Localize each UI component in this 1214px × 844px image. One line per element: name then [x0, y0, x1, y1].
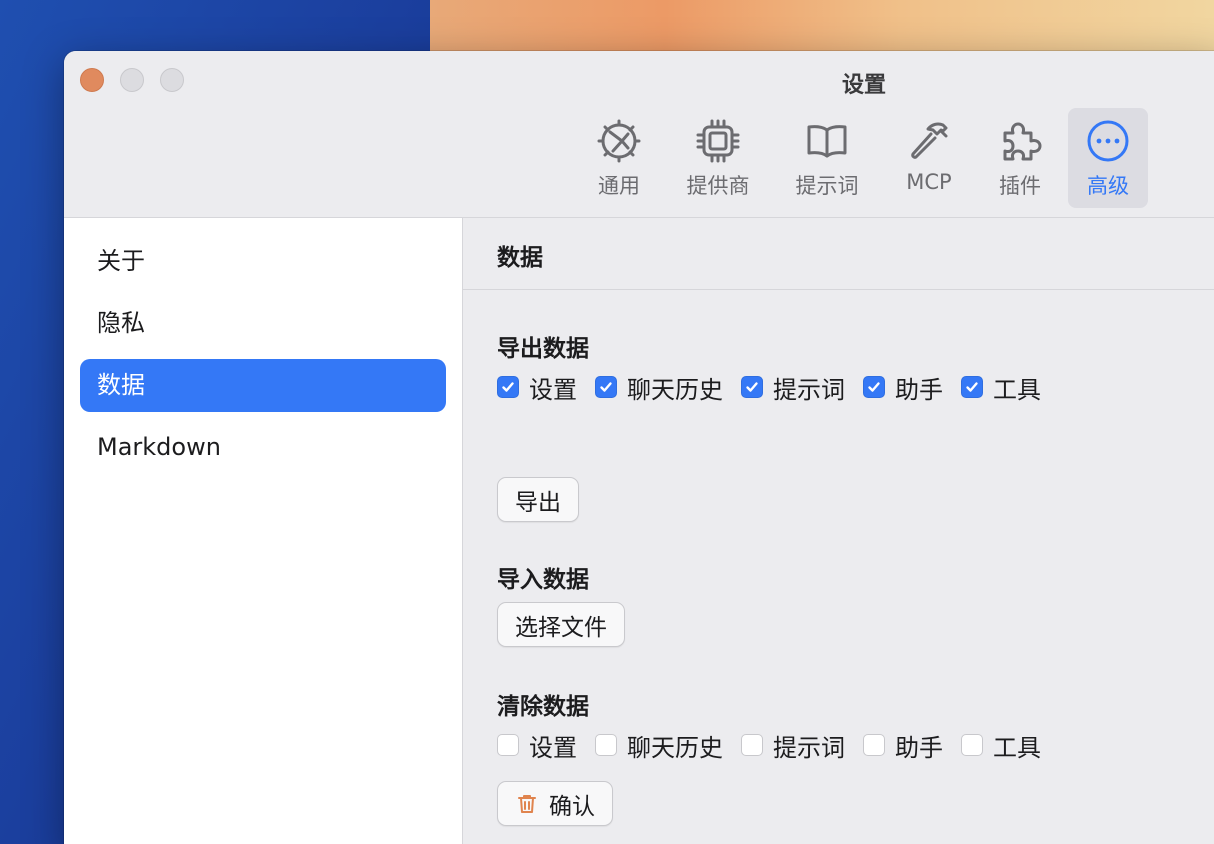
clear-section-title: 清除数据 [497, 694, 589, 720]
confirm-clear-button-label: 确认 [549, 793, 595, 820]
export-option-assistants[interactable]: 助手 [863, 370, 943, 405]
export-button-label: 导出 [515, 489, 561, 516]
choose-file-button-label: 选择文件 [515, 614, 607, 641]
pane-title: 数据 [497, 245, 543, 271]
clear-settings-label: 设置 [529, 733, 577, 762]
checkmark-icon [746, 382, 758, 392]
zoom-window-button[interactable] [160, 68, 184, 92]
clear-chat-history-label: 聊天历史 [627, 733, 723, 762]
settings-sidebar: 关于 隐私 数据 Markdown [64, 218, 463, 844]
tab-mcp-label: MCP [906, 170, 952, 194]
clear-option-tools[interactable]: 工具 [961, 728, 1041, 763]
puzzle-icon [995, 116, 1045, 166]
tab-mcp[interactable]: MCP [889, 108, 969, 208]
tab-prompts[interactable]: 提示词 [787, 108, 867, 208]
export-chat-history-checkbox[interactable] [595, 376, 617, 398]
tab-general-label: 通用 [598, 174, 640, 198]
pane-header: 数据 [463, 218, 1214, 290]
confirm-clear-button[interactable]: 确认 [497, 781, 613, 826]
export-option-tools[interactable]: 工具 [961, 370, 1041, 405]
import-section-title: 导入数据 [497, 567, 589, 593]
sidebar-item-privacy[interactable]: 隐私 [80, 297, 446, 350]
checkmark-icon [966, 382, 978, 392]
clear-tools-checkbox[interactable] [961, 734, 983, 756]
titlebar: 设置 通用 提供商 提示词 MCP 插件 高级 [64, 51, 1214, 218]
chip-icon [693, 116, 743, 166]
tab-general[interactable]: 通用 [579, 108, 659, 208]
sidebar-item-about[interactable]: 关于 [80, 235, 446, 288]
clear-prompts-checkbox[interactable] [741, 734, 763, 756]
clear-option-chat-history[interactable]: 聊天历史 [595, 728, 723, 763]
export-assistants-checkbox[interactable] [863, 376, 885, 398]
tab-plugins-label: 插件 [999, 174, 1041, 198]
export-settings-checkbox[interactable] [497, 376, 519, 398]
clear-option-assistants[interactable]: 助手 [863, 728, 943, 763]
aperture-gear-icon [594, 116, 644, 166]
sidebar-item-markdown[interactable]: Markdown [80, 421, 446, 474]
export-section-title: 导出数据 [497, 336, 589, 362]
export-prompts-checkbox[interactable] [741, 376, 763, 398]
tab-providers[interactable]: 提供商 [678, 108, 758, 208]
checkmark-icon [600, 382, 612, 392]
close-window-button[interactable] [80, 68, 104, 92]
export-option-chat-history[interactable]: 聊天历史 [595, 370, 723, 405]
data-settings-pane: 数据 导出数据 设置 聊天历史 提示词 助手 工具 导出 导入数据 选择文件 清… [463, 218, 1214, 844]
export-tools-checkbox[interactable] [961, 376, 983, 398]
clear-settings-checkbox[interactable] [497, 734, 519, 756]
clear-prompts-label: 提示词 [773, 733, 845, 762]
export-button[interactable]: 导出 [497, 477, 579, 522]
tab-plugins[interactable]: 插件 [980, 108, 1060, 208]
export-tools-label: 工具 [993, 375, 1041, 404]
choose-file-button[interactable]: 选择文件 [497, 602, 625, 647]
checkmark-icon [868, 382, 880, 392]
book-icon [802, 116, 852, 166]
clear-option-prompts[interactable]: 提示词 [741, 728, 845, 763]
tab-advanced-label: 高级 [1087, 174, 1129, 198]
clear-chat-history-checkbox[interactable] [595, 734, 617, 756]
export-settings-label: 设置 [529, 375, 577, 404]
hammer-icon [904, 116, 954, 166]
tab-prompts-label: 提示词 [795, 174, 859, 198]
ellipsis-circle-icon [1083, 116, 1133, 166]
export-option-prompts[interactable]: 提示词 [741, 370, 845, 405]
trash-icon [515, 792, 539, 816]
clear-options: 设置 聊天历史 提示词 助手 工具 [497, 728, 1059, 763]
clear-assistants-checkbox[interactable] [863, 734, 885, 756]
checkmark-icon [502, 382, 514, 392]
export-assistants-label: 助手 [895, 375, 943, 404]
settings-window: 设置 通用 提供商 提示词 MCP 插件 高级 关于 隐私 数据 Markdow… [64, 51, 1214, 844]
sidebar-item-data[interactable]: 数据 [80, 359, 446, 412]
window-title: 设置 [841, 73, 886, 98]
settings-toolbar: 通用 提供商 提示词 MCP 插件 高级 [64, 108, 1214, 208]
clear-tools-label: 工具 [993, 733, 1041, 762]
export-option-settings[interactable]: 设置 [497, 370, 577, 405]
minimize-window-button[interactable] [120, 68, 144, 92]
tab-providers-label: 提供商 [686, 174, 750, 198]
tab-advanced[interactable]: 高级 [1068, 108, 1148, 208]
export-chat-history-label: 聊天历史 [627, 375, 723, 404]
clear-assistants-label: 助手 [895, 733, 943, 762]
export-prompts-label: 提示词 [773, 375, 845, 404]
export-options: 设置 聊天历史 提示词 助手 工具 [497, 370, 1059, 405]
clear-option-settings[interactable]: 设置 [497, 728, 577, 763]
